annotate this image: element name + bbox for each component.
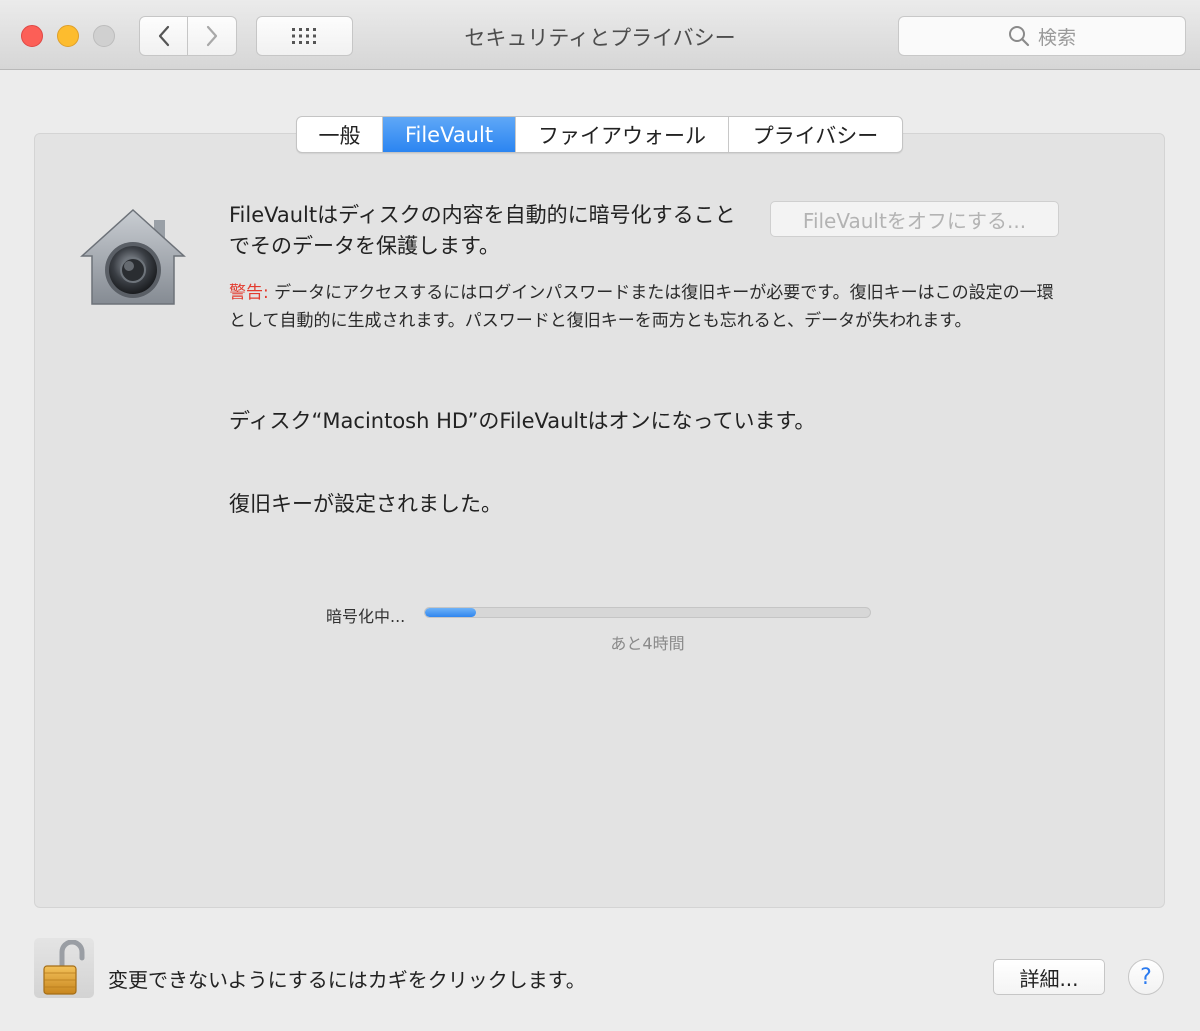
tab-firewall[interactable]: ファイアウォール (516, 117, 729, 152)
filevault-status: ディスク“Macintosh HD”のFileVaultはオンになっています。 (229, 409, 816, 433)
warning-text: データにアクセスするにはログインパスワードまたは復旧キーが必要です。復旧キーはこ… (229, 283, 1054, 331)
warning-label: 警告: (229, 283, 269, 303)
lock-instruction: 変更できないようにするにはカギをクリックします。 (108, 968, 586, 992)
search-field[interactable]: 検索 (898, 16, 1186, 56)
unlocked-padlock-icon (43, 940, 85, 995)
forward-button[interactable] (188, 16, 237, 56)
minimize-window-button[interactable] (57, 25, 79, 47)
search-icon (1008, 25, 1030, 47)
progress-label: 暗号化中... (326, 607, 406, 626)
tab-general[interactable]: 一般 (297, 117, 383, 152)
advanced-button[interactable]: 詳細... (993, 959, 1105, 995)
tab-privacy[interactable]: プライバシー (729, 117, 902, 152)
lock-button[interactable] (34, 938, 94, 998)
window-title: セキュリティとプライバシー (464, 26, 736, 50)
title-bar: セキュリティとプライバシー 検索 (0, 0, 1200, 70)
filevault-icon (78, 206, 188, 314)
warning-message: 警告: データにアクセスするにはログインパスワードまたは復旧キーが必要です。復旧… (229, 280, 1059, 335)
tab-filevault[interactable]: FileVault (383, 117, 516, 152)
show-all-button[interactable] (256, 16, 353, 56)
chevron-right-icon (206, 25, 218, 47)
time-remaining: あと4時間 (610, 634, 685, 653)
filevault-description: FileVaultはディスクの内容を自動的に暗号化することでそのデータを保護しま… (229, 203, 736, 258)
zoom-window-button[interactable] (93, 25, 115, 47)
recovery-key-status: 復旧キーが設定されました。 (229, 492, 502, 516)
help-button[interactable]: ? (1128, 959, 1164, 995)
search-placeholder: 検索 (1037, 26, 1076, 49)
close-window-button[interactable] (21, 25, 43, 47)
back-button[interactable] (139, 16, 188, 56)
turn-off-filevault-button[interactable]: FileVaultをオフにする... (770, 201, 1059, 237)
show-all-grid-icon (291, 28, 316, 44)
encryption-progress-fill (425, 608, 477, 617)
chevron-left-icon (158, 25, 169, 47)
encryption-progress-bar (424, 607, 871, 618)
tab-bar: 一般 FileVault ファイアウォール プライバシー (296, 116, 903, 153)
